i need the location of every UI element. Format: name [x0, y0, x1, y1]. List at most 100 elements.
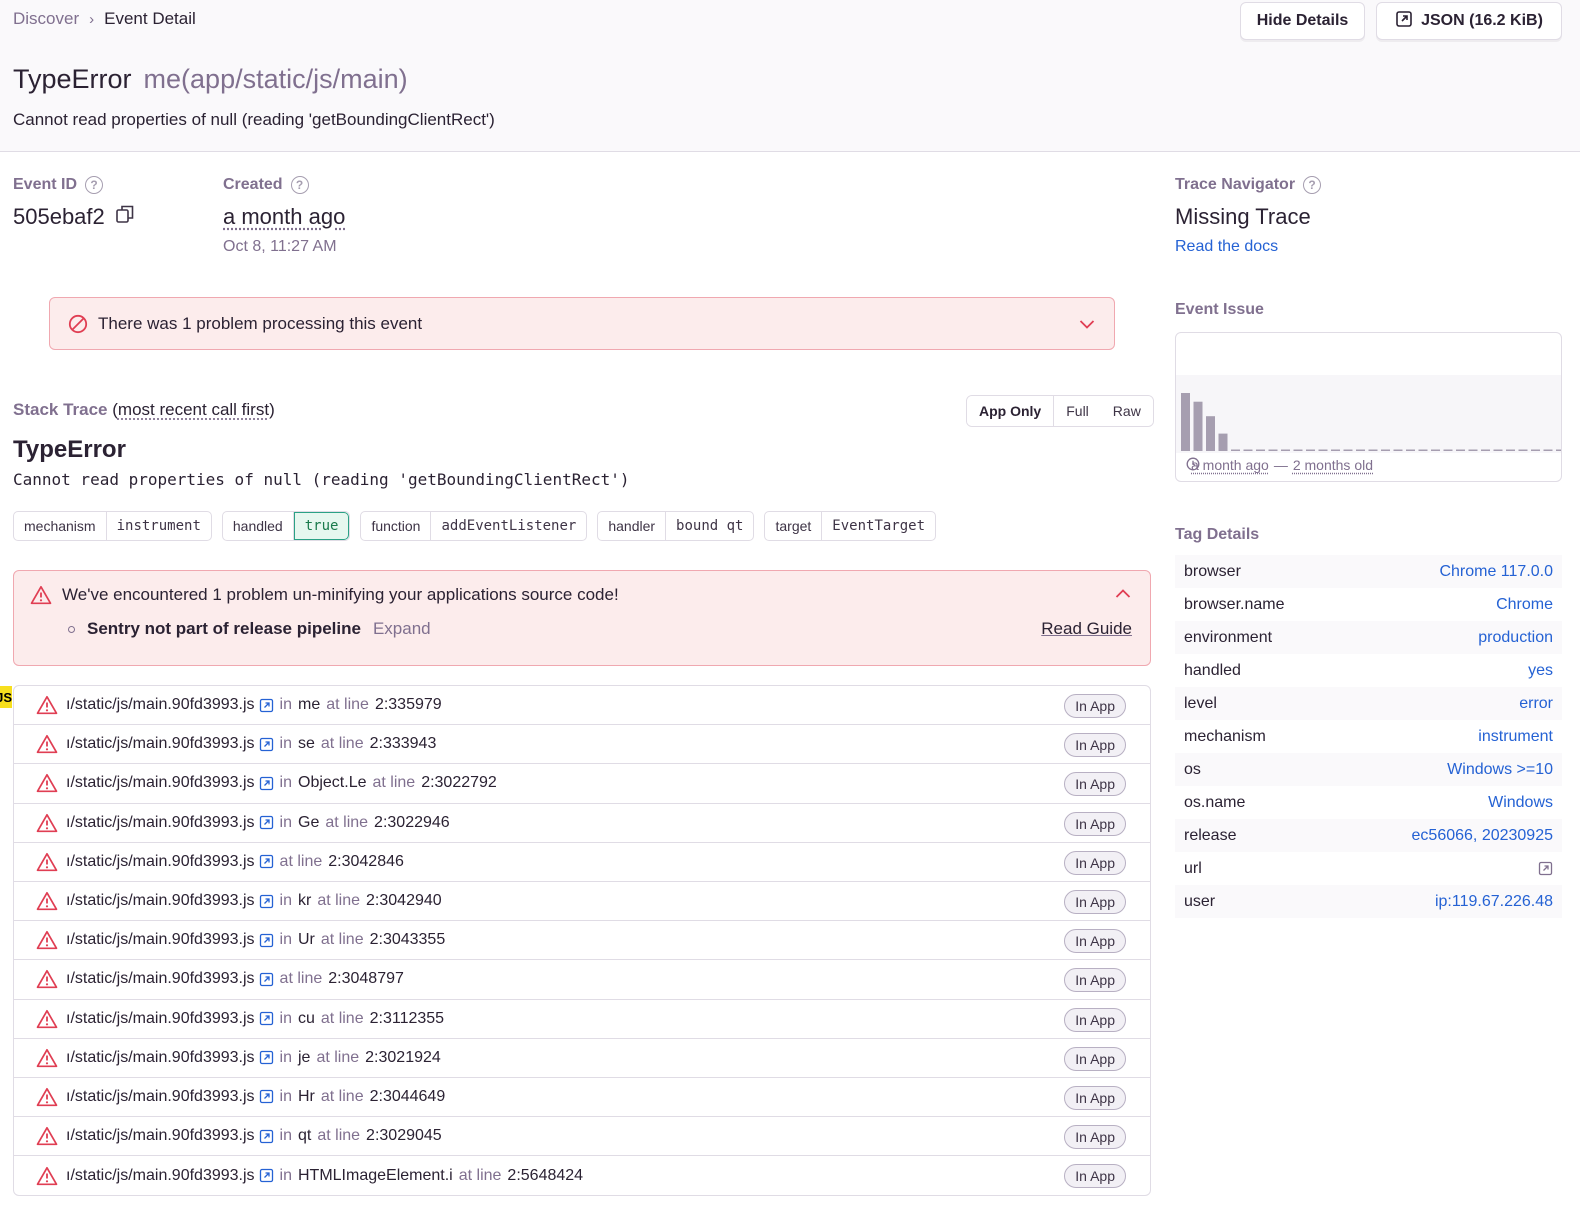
event-id: 505ebaf2	[13, 204, 135, 230]
view-raw[interactable]: Raw	[1100, 396, 1153, 426]
sparkline-bar	[1318, 449, 1328, 451]
stack-frame-row[interactable]: ı/static/js/main.90fd3993.js in me at line 2…	[14, 686, 1150, 726]
frame-in-label: in	[279, 813, 292, 831]
pill-key: handler	[598, 512, 667, 540]
issue-age-value[interactable]: 2 months old	[1293, 457, 1373, 473]
help-icon[interactable]: ?	[1303, 176, 1322, 194]
tag-key: os.name	[1184, 793, 1246, 811]
event-issue-card[interactable]: a month ago — 2 months old	[1175, 332, 1562, 482]
sparkline-bar	[1543, 449, 1553, 451]
created-relative[interactable]: a month ago	[223, 204, 345, 230]
frame-line: 2:3112355	[369, 1009, 445, 1027]
warning-icon	[36, 852, 58, 872]
breadcrumb-discover[interactable]: Discover	[13, 9, 79, 29]
sparkline-bar	[1381, 449, 1390, 451]
open-external-icon[interactable]	[259, 698, 274, 713]
processing-error-alert[interactable]: There was 1 problem processing this even…	[49, 297, 1115, 350]
help-icon[interactable]: ?	[85, 176, 104, 194]
stack-frame-row[interactable]: ı/static/js/main.90fd3993.js in kr at line 2…	[14, 882, 1150, 922]
frame-filename: ı/static/js/main.90fd3993.js	[66, 970, 255, 988]
chevron-down-icon[interactable]	[1078, 315, 1096, 333]
stack-frame-row[interactable]: ı/static/js/main.90fd3993.js in Ur at line 2…	[14, 921, 1150, 961]
frame-line: 2:3044649	[369, 1087, 446, 1105]
hide-details-button[interactable]: Hide Details	[1240, 2, 1365, 40]
tag-value[interactable]: Chrome 117.0.0	[1439, 563, 1553, 581]
frame-function: kr	[298, 892, 312, 910]
sparkline-background	[1176, 375, 1561, 453]
open-external-icon[interactable]	[259, 1168, 274, 1183]
frame-at-line-label: at line	[320, 931, 364, 949]
tag-value[interactable]: ip:119.67.226.48	[1435, 893, 1553, 911]
sparkline-bar	[1331, 449, 1340, 451]
sparkline-bar	[1306, 449, 1315, 451]
pill-value: addEventListener	[441, 518, 577, 534]
tag-value[interactable]: Chrome	[1496, 596, 1553, 614]
frame-line: 2:3022792	[421, 774, 497, 792]
open-external-icon[interactable]	[259, 737, 274, 752]
tag-value[interactable]: Windows >=10	[1447, 761, 1553, 779]
tag-value[interactable]: instrument	[1478, 728, 1553, 746]
view-app-only[interactable]: App Only	[967, 396, 1055, 426]
tag-key: user	[1184, 892, 1216, 910]
stack-frame-row[interactable]: ı/static/js/main.90fd3993.js at line 2:304…	[14, 960, 1150, 1000]
frame-in-label: in	[279, 774, 292, 792]
expand-link[interactable]: Expand	[373, 619, 431, 639]
sparkline-bar	[1406, 449, 1415, 451]
frame-at-line-label: at line	[458, 1166, 502, 1184]
open-external-icon[interactable]	[259, 1050, 274, 1065]
warning-icon	[36, 1087, 58, 1107]
view-full[interactable]: Full	[1054, 396, 1101, 426]
read-guide-link[interactable]: Read Guide	[1041, 619, 1132, 639]
stack-frame-row[interactable]: ı/static/js/main.90fd3993.js in je at line 2…	[14, 1039, 1150, 1078]
stack-frame-row[interactable]: ı/static/js/main.90fd3993.js in se at line 2…	[14, 725, 1150, 765]
open-external-icon[interactable]	[259, 1129, 274, 1144]
open-external-icon[interactable]	[259, 1011, 274, 1026]
frame-at-line-label: at line	[279, 852, 323, 870]
json-button[interactable]: JSON (16.2 KiB)	[1376, 2, 1562, 40]
stack-frame-row[interactable]: ı/static/js/main.90fd3993.js in Hr at line 2…	[14, 1078, 1150, 1118]
tag-value[interactable]: yes	[1528, 662, 1553, 680]
open-external-icon[interactable]	[259, 776, 274, 791]
in-app-badge: In App	[1064, 772, 1126, 797]
open-external-icon[interactable]	[259, 815, 274, 830]
stack-frame-row[interactable]: ı/static/js/main.90fd3993.js in qt at line 2…	[14, 1117, 1150, 1157]
json-label: JSON (16.2 KiB)	[1421, 12, 1543, 29]
warning-icon	[36, 1126, 58, 1146]
tag-value[interactable]: Windows	[1488, 794, 1553, 812]
issue-first-seen[interactable]: a month ago	[1191, 457, 1269, 473]
read-docs-link[interactable]: Read the docs	[1175, 238, 1278, 256]
frame-filename: ı/static/js/main.90fd3993.js	[66, 931, 255, 949]
open-external-icon[interactable]	[259, 1089, 274, 1104]
tag-value[interactable]: ec56066, 20230925	[1412, 827, 1553, 845]
open-external-icon[interactable]	[259, 933, 274, 948]
stack-frame-row[interactable]: ı/static/js/main.90fd3993.js in Object.Le a…	[14, 764, 1150, 804]
frame-function: cu	[298, 1009, 315, 1027]
stack-frame-row[interactable]: ı/static/js/main.90fd3993.js in cu at line 2…	[14, 1000, 1150, 1039]
sparkline-bar	[1518, 449, 1528, 451]
frame-at-line-label: at line	[326, 696, 369, 714]
help-icon[interactable]: ?	[290, 176, 309, 194]
sparkline-bar	[1481, 449, 1490, 451]
open-external-icon[interactable]	[259, 854, 274, 869]
tag-key: level	[1184, 694, 1217, 712]
chevron-up-icon[interactable]	[1114, 585, 1132, 608]
stack-frame-row[interactable]: ı/static/js/main.90fd3993.js in HTMLImageE…	[14, 1156, 1150, 1195]
warning-icon	[36, 1166, 58, 1186]
open-external-icon[interactable]	[1538, 861, 1553, 876]
tag-row: level error	[1175, 687, 1562, 720]
frame-in-label: in	[279, 1166, 292, 1184]
stack-frame-row[interactable]: ı/static/js/main.90fd3993.js in Ge at line 2…	[14, 804, 1150, 843]
open-external-icon[interactable]	[259, 972, 274, 987]
sparkline-bar	[1443, 449, 1453, 451]
open-external-icon[interactable]	[259, 894, 274, 909]
stack-trace-order[interactable]: most recent call first	[118, 400, 269, 419]
frame-filename: ı/static/js/main.90fd3993.js	[66, 696, 255, 714]
frame-filename: ı/static/js/main.90fd3993.js	[66, 1048, 255, 1066]
event-header: Discover › Event Detail Hide Details JSO…	[0, 0, 1580, 152]
copy-icon[interactable]	[115, 204, 135, 230]
tag-value[interactable]: error	[1519, 695, 1553, 713]
frame-at-line-label: at line	[320, 1009, 364, 1027]
stack-frame-row[interactable]: ı/static/js/main.90fd3993.js at line 2:304…	[14, 843, 1150, 882]
in-app-badge: In App	[1064, 850, 1126, 875]
tag-value[interactable]: production	[1478, 629, 1553, 647]
